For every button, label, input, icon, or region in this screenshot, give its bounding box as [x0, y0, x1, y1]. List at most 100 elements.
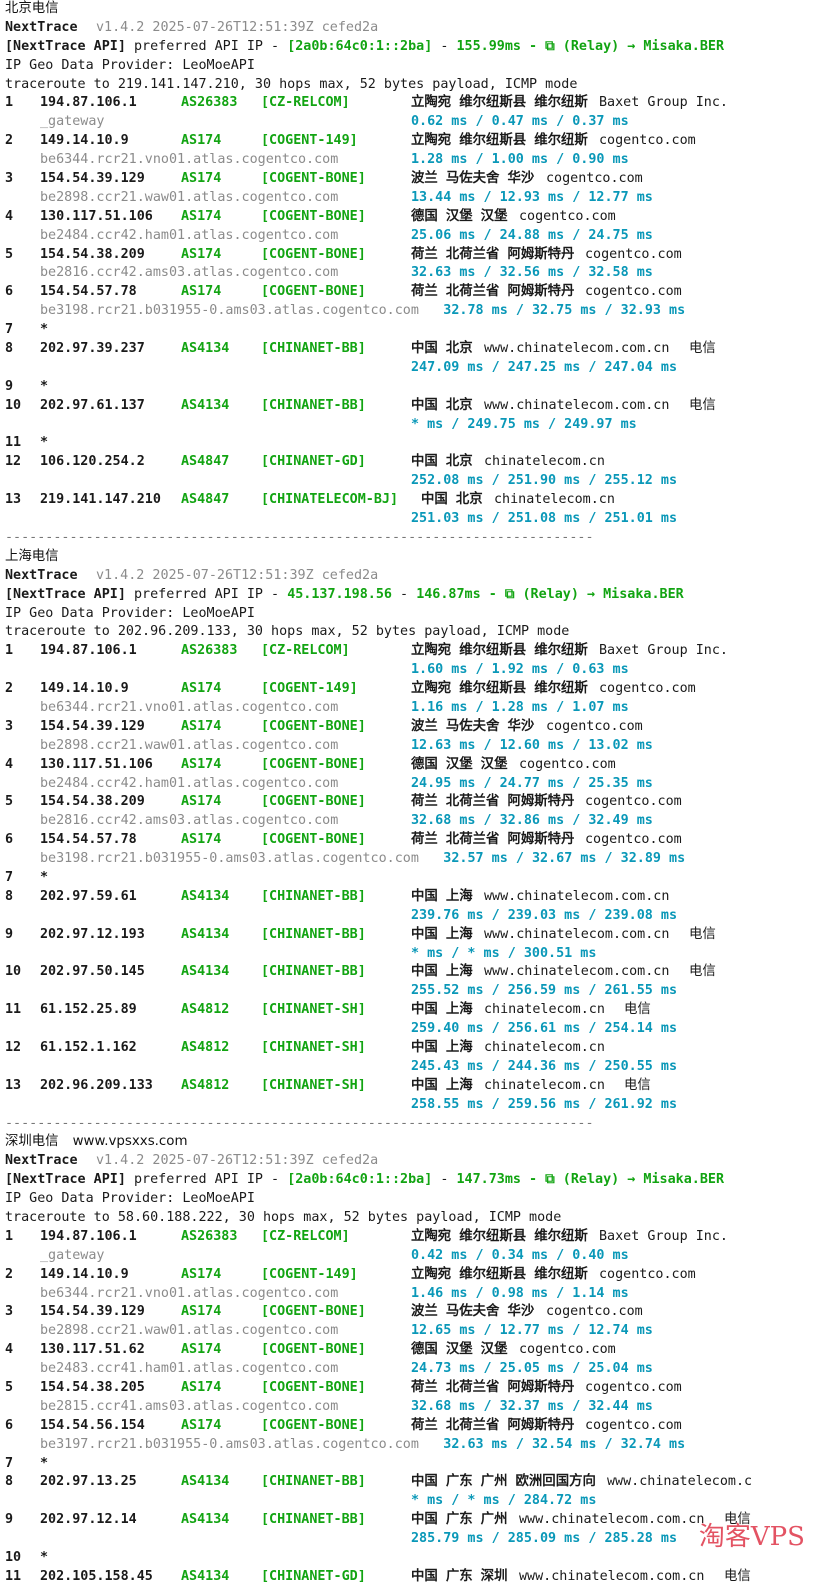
hop-latency: 25.06 ms / 24.88 ms / 24.75 ms — [411, 227, 653, 243]
hop-asn: AS174 — [181, 1304, 222, 1320]
traceroute-command: traceroute to 219.141.147.210, 30 hops m… — [5, 76, 578, 92]
hop-isp: 电信 — [689, 341, 716, 357]
hop-tag: [CHINANET-SH] — [261, 1077, 366, 1093]
hop-detail-row: be3198.rcr21.b031955-0.ams03.atlas.cogen… — [5, 850, 825, 869]
hop-asn: AS26383 — [181, 95, 238, 111]
hop-latency: 32.78 ms / 32.75 ms / 32.93 ms — [443, 303, 686, 319]
hop-ip: 202.96.209.133 — [40, 1077, 153, 1093]
hop-domain: chinatelecom.cn — [494, 492, 615, 508]
hop-asn: AS174 — [181, 681, 222, 697]
hop-row: 3 154.54.39.129 AS174 [COGENT-BONE] 波兰 马佐夫舍 … — [5, 718, 825, 737]
hop-latency: * ms / 249.75 ms / 249.97 ms — [411, 416, 637, 432]
hop-tag: [COGENT-149] — [261, 1266, 358, 1282]
hop-tag: [COGENT-BONE] — [261, 284, 366, 300]
hop-number: 6 — [5, 284, 14, 300]
hop-geo: 立陶宛 维尔纽斯县 维尔纽斯 — [411, 133, 588, 149]
hop-row: 10 202.97.50.145 AS4134 [CHINANET-BB] 中国 上海 w… — [5, 963, 825, 982]
hop-domain: www.chinatelecom.com.cn — [484, 397, 670, 413]
hop-row: 4 130.117.51.62 AS174 [COGENT-BONE] 德国 汉堡 汉堡… — [5, 1341, 825, 1360]
hop-geo: 中国 北京 — [411, 397, 473, 413]
hop-ip: 194.87.106.1 — [40, 95, 137, 111]
hop-latency: 252.08 ms / 251.90 ms / 255.12 ms — [411, 473, 678, 489]
hop-rdns: be3198.rcr21.b031955-0.ams03.atlas.cogen… — [40, 851, 419, 867]
hop-latency: 239.76 ms / 239.03 ms / 239.08 ms — [411, 907, 678, 923]
hop-number: 10 — [5, 397, 22, 413]
hop-asn: AS174 — [181, 208, 222, 224]
api-prefix: [NextTrace API] — [5, 1172, 126, 1188]
hop-asn: AS4134 — [181, 888, 230, 904]
hop-asn: AS4134 — [181, 397, 230, 413]
hop-latency: 285.79 ms / 285.09 ms / 285.28 ms — [411, 1531, 678, 1547]
hop-detail-row: be2898.ccr21.waw01.atlas.cogentco.com 12.… — [5, 1322, 825, 1341]
hop-number: 4 — [5, 208, 14, 224]
hop-number: 1 — [5, 1228, 14, 1244]
hop-isp: 电信 — [624, 1077, 651, 1093]
api-info: [NextTrace API] preferred API IP - [2a0b… — [5, 38, 724, 57]
hop-ip: 154.54.57.78 — [40, 832, 137, 848]
hop-row: 7 * — [5, 1455, 825, 1474]
hop-isp: 电信 — [724, 1568, 751, 1584]
hop-row: 5 154.54.38.209 AS174 [COGENT-BONE] 荷兰 北荷兰省 … — [5, 793, 825, 812]
hop-detail-row: 259.40 ms / 256.61 ms / 254.14 ms — [5, 1020, 825, 1039]
api-mid: preferred API IP - — [125, 38, 288, 54]
hop-geo: 中国 上海 — [411, 1039, 473, 1055]
geo-provider: IP Geo Data Provider: LeoMoeAPI — [5, 605, 255, 621]
hop-detail-row: 252.08 ms / 251.90 ms / 255.12 ms — [5, 472, 825, 491]
hop-detail-row: be6344.rcr21.vno01.atlas.cogentco.com 1.4… — [5, 1285, 825, 1304]
hop-number: 2 — [5, 681, 14, 697]
section-separator: ----------------------------------------… — [5, 529, 825, 548]
api-sep: - — [432, 1172, 457, 1188]
hop-ip: 154.54.39.129 — [40, 718, 145, 734]
hop-isp: 电信 — [689, 397, 716, 413]
hop-number: 9 — [5, 378, 14, 394]
api-line: [NextTrace API] preferred API IP - [2a0b… — [5, 1171, 825, 1190]
section-title: 深圳电信 www.vpsxxs.com — [5, 1133, 825, 1152]
hop-latency: 245.43 ms / 244.36 ms / 250.55 ms — [411, 1058, 678, 1074]
hop-tag: [CHINANET-SH] — [261, 1039, 366, 1055]
app-version-line: NextTrace v1.4.2 2025-07-26T12:51:39Z cef… — [5, 19, 825, 38]
hop-number: 8 — [5, 888, 14, 904]
hop-ip: 154.54.57.78 — [40, 284, 137, 300]
hop-domain: cogentco.com — [519, 1342, 616, 1358]
hop-asn: AS4812 — [181, 1002, 230, 1018]
hop-ip: 202.105.158.45 — [40, 1568, 153, 1584]
hop-ip: 202.97.12.14 — [40, 1512, 137, 1528]
hop-number: 10 — [5, 964, 22, 980]
hop-ip: 106.120.254.2 — [40, 454, 145, 470]
traceroute-line: traceroute to 202.96.209.133, 30 hops ma… — [5, 623, 825, 642]
hop-domain: chinatelecom.cn — [484, 1039, 605, 1055]
hop-number: 8 — [5, 341, 14, 357]
api-info: [NextTrace API] preferred API IP - 45.13… — [5, 586, 684, 605]
hop-tag: [CHINANET-GD] — [261, 454, 366, 470]
section-name: 北京电信 — [5, 1, 59, 16]
hop-number: 7 — [5, 322, 14, 338]
hop-ip: 219.141.147.210 — [40, 492, 161, 508]
hop-domain: www.chinatelecom.com.cn — [519, 1568, 705, 1584]
hop-ip: 61.152.1.162 — [40, 1039, 137, 1055]
hop-tag: [COGENT-BONE] — [261, 1380, 366, 1396]
hop-tag: [COGENT-BONE] — [261, 1304, 366, 1320]
hop-asn: AS174 — [181, 133, 222, 149]
hop-tag: [CHINANET-BB] — [261, 888, 366, 904]
section-name: 深圳电信 www.vpsxxs.com — [5, 1133, 188, 1152]
hop-domain: cogentco.com — [519, 208, 616, 224]
hop-geo: 荷兰 北荷兰省 阿姆斯特丹 — [411, 246, 575, 262]
hop-row: 8 202.97.39.237 AS4134 [CHINANET-BB] 中国 北京 ww… — [5, 340, 825, 359]
hop-rdns: be2816.ccr42.ams03.atlas.cogentco.com — [40, 813, 339, 829]
hop-asn: AS174 — [181, 1266, 222, 1282]
hop-row: 8 202.97.59.61 AS4134 [CHINANET-BB] 中国 上海 www… — [5, 888, 825, 907]
hop-number: 1 — [5, 95, 14, 111]
geo-provider-line: IP Geo Data Provider: LeoMoeAPI — [5, 605, 825, 624]
hop-geo: 立陶宛 维尔纽斯县 维尔纽斯 — [411, 1228, 588, 1244]
hop-geo: 中国 北京 — [411, 454, 473, 470]
hop-detail-row: be2483.ccr41.ham01.atlas.cogentco.com 24.… — [5, 1360, 825, 1379]
hop-row: 9 * — [5, 378, 825, 397]
hop-timeout: * — [40, 378, 49, 394]
hop-tag: [CHINANET-BB] — [261, 1474, 366, 1490]
hop-ip: 154.54.56.154 — [40, 1417, 145, 1433]
hop-number: 13 — [5, 1077, 22, 1093]
hop-ip: 202.97.50.145 — [40, 964, 145, 980]
hop-latency: 12.65 ms / 12.77 ms / 12.74 ms — [411, 1323, 653, 1339]
hop-number: 3 — [5, 171, 14, 187]
hop-latency: 0.42 ms / 0.34 ms / 0.40 ms — [411, 1247, 629, 1263]
